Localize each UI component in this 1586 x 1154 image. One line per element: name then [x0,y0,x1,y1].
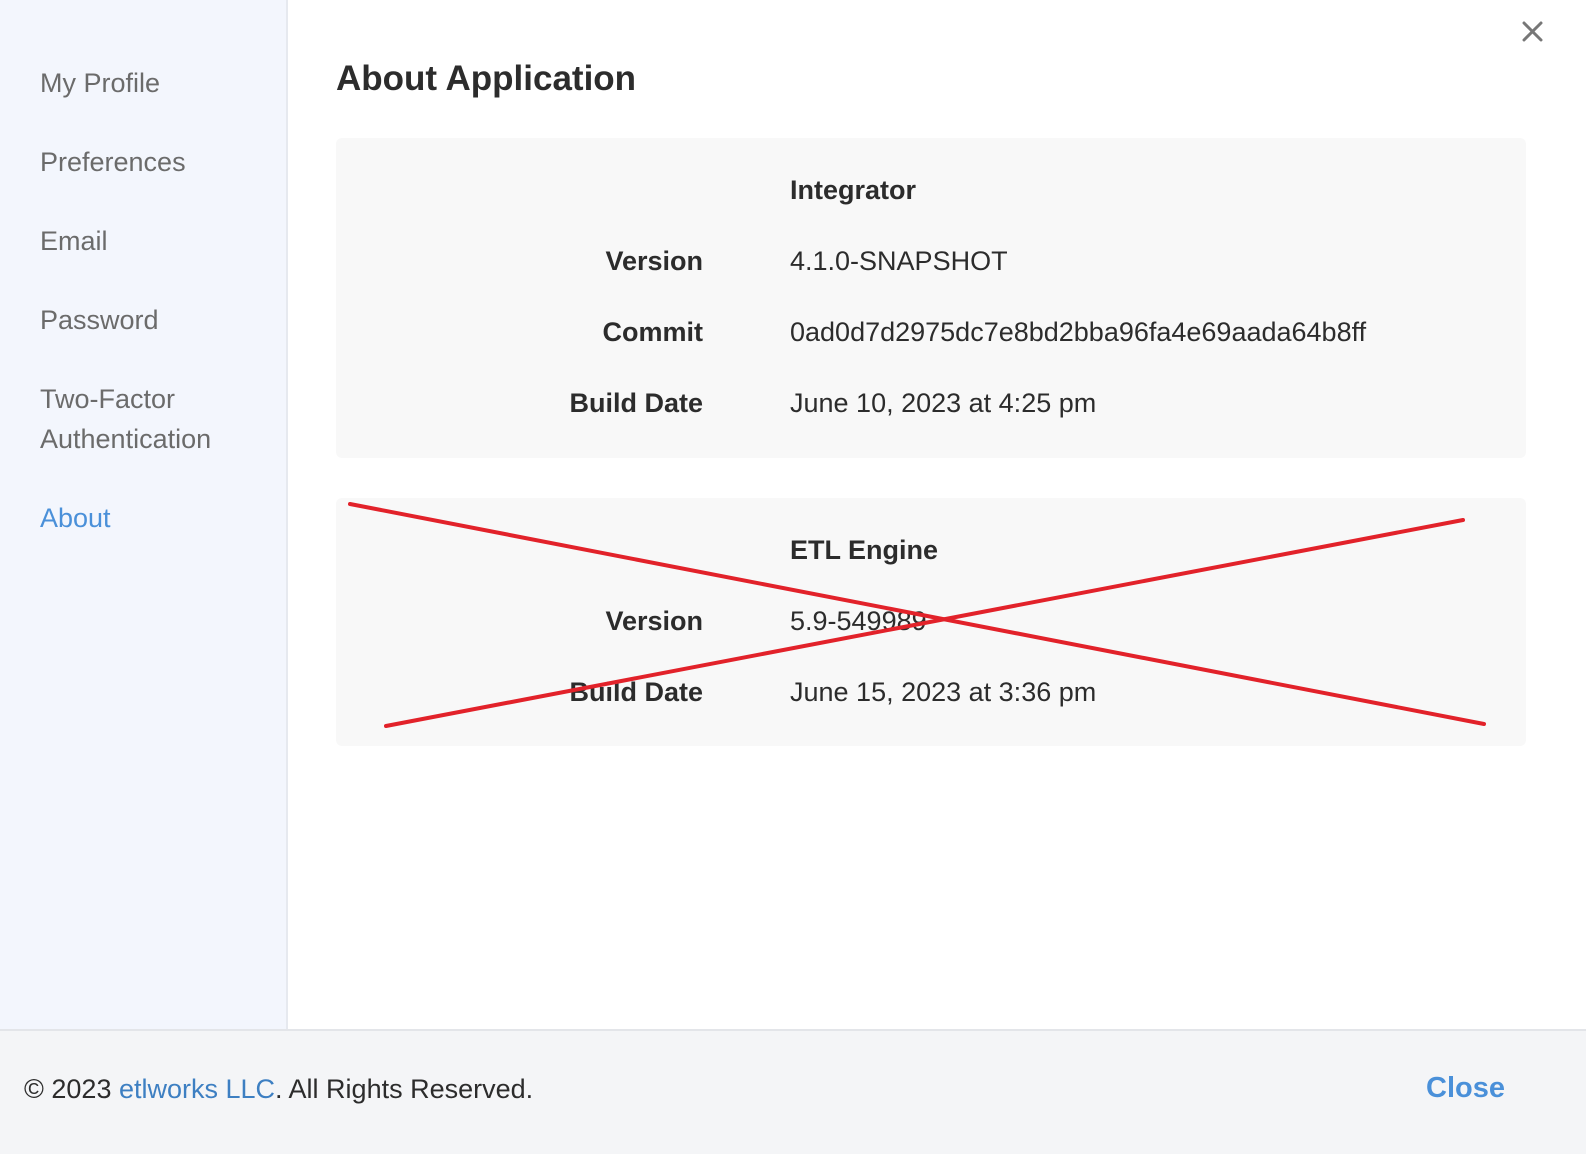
sidebar-item-my-profile[interactable]: My Profile [40,63,270,103]
sidebar-item-about[interactable]: About [40,498,270,538]
sidebar-item-two-factor-authentication[interactable]: Two-Factor Authentication [40,379,270,459]
close-icon[interactable] [1512,12,1552,52]
sidebar-item-email[interactable]: Email [40,221,270,261]
etl-engine-info-panel: ETL Engine Version 5.9-549989 Build Date… [336,498,1526,746]
etl-engine-build-date-label: Build Date [569,677,703,707]
dialog-footer: © 2023 etlworks LLC. All Rights Reserved… [0,1029,1586,1154]
integrator-info-panel: Integrator Version 4.1.0-SNAPSHOT Commit… [336,138,1526,458]
settings-sidebar: My Profile Preferences Email Password Tw… [0,0,288,1029]
copyright-prefix: © 2023 [24,1074,119,1104]
integrator-commit-value: 0ad0d7d2975dc7e8bd2bba96fa4e69aada64b8ff [790,317,1367,347]
close-button[interactable]: Close [1426,1069,1505,1107]
etl-engine-title: ETL Engine [790,535,939,565]
integrator-version-value: 4.1.0-SNAPSHOT [790,246,1008,276]
about-dialog: My Profile Preferences Email Password Tw… [0,0,1586,1154]
etl-engine-version-label: Version [605,606,703,636]
integrator-build-date-value: June 10, 2023 at 4:25 pm [790,388,1097,418]
etl-engine-build-date-value: June 15, 2023 at 3:36 pm [790,677,1097,707]
company-link[interactable]: etlworks LLC [119,1074,275,1104]
integrator-build-date-label: Build Date [569,388,703,418]
sidebar-item-preferences[interactable]: Preferences [40,142,270,182]
integrator-commit-label: Commit [602,317,704,347]
copyright-suffix: . All Rights Reserved. [275,1074,534,1104]
sidebar-item-password[interactable]: Password [40,300,270,340]
copyright-text: © 2023 etlworks LLC. All Rights Reserved… [24,1071,533,1107]
integrator-title: Integrator [790,175,917,205]
etl-engine-version-value: 5.9-549989 [790,606,927,636]
page-title: About Application [336,59,637,98]
close-icon-graphic [1522,21,1543,42]
integrator-version-label: Version [605,246,703,276]
